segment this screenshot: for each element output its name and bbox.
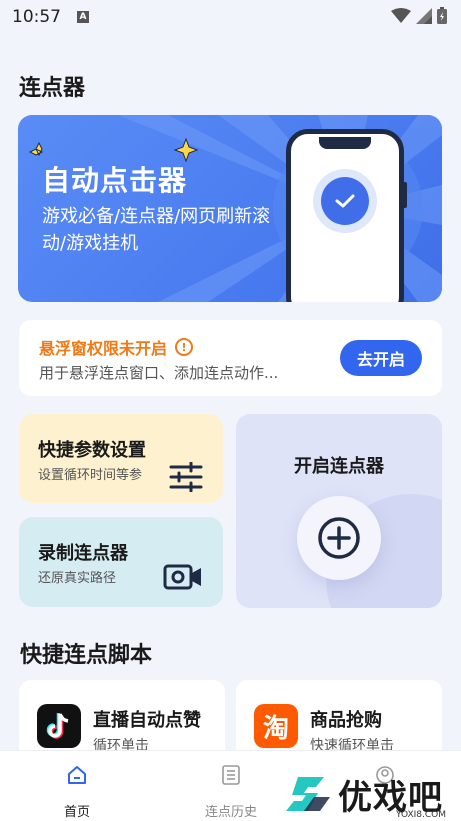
phone-side-button xyxy=(403,182,407,208)
video-camera-icon xyxy=(163,564,201,590)
permission-title: 悬浮窗权限未开启 xyxy=(39,339,168,358)
sliders-icon xyxy=(169,462,203,492)
quick-settings-subtitle: 设置循环时间等参 xyxy=(38,468,143,483)
auto-clicker-banner[interactable]: 自动点击器 游戏必备/连点器/网页刷新滚动/游戏挂机 xyxy=(18,115,442,302)
permission-title-row: 悬浮窗权限未开启 ! xyxy=(39,335,194,359)
battery-icon xyxy=(437,7,447,24)
enable-permission-button[interactable]: 去开启 xyxy=(340,340,422,376)
signal-icon xyxy=(416,7,432,24)
script-name: 直播自动点赞 xyxy=(93,710,201,731)
script-name: 商品抢购 xyxy=(310,710,382,731)
taobao-logo-icon: 淘 xyxy=(254,704,298,748)
history-list-icon xyxy=(222,765,240,785)
phone-illustration xyxy=(286,129,407,302)
start-button[interactable] xyxy=(297,496,381,580)
quick-settings-tile[interactable]: 快捷参数设置 设置循环时间等参 xyxy=(19,414,223,503)
quick-settings-title: 快捷参数设置 xyxy=(38,440,146,461)
status-indicators xyxy=(391,7,447,24)
nav-label-home: 首页 xyxy=(63,805,90,820)
warning-icon: ! xyxy=(175,338,194,356)
banner-subtitle: 游戏必备/连点器/网页刷新滚动/游戏挂机 xyxy=(42,206,271,254)
home-icon xyxy=(68,766,86,784)
nav-item-home[interactable]: 首页 xyxy=(37,765,117,820)
wifi-icon xyxy=(391,7,411,23)
check-ring xyxy=(313,169,377,233)
record-title: 录制连点器 xyxy=(38,543,128,564)
status-bar: 10:57 A xyxy=(0,0,461,34)
record-subtitle: 还原真实路径 xyxy=(38,571,117,586)
check-icon xyxy=(321,177,369,225)
script-card-live-like[interactable]: 直播自动点赞 循环单击 xyxy=(19,680,225,760)
plus-circle-icon xyxy=(318,517,360,559)
scripts-section-title: 快捷连点脚本 xyxy=(20,643,153,668)
start-title: 开启连点器 xyxy=(294,456,384,477)
watermark-url: YOXI8.COM xyxy=(395,810,446,820)
overlay-permission-card: 悬浮窗权限未开启 ! 用于悬浮连点窗口、添加连点动作... 去开启 xyxy=(19,320,442,396)
record-clicker-tile[interactable]: 录制连点器 还原真实路径 xyxy=(19,517,223,607)
nav-item-history[interactable]: 连点历史 xyxy=(191,765,271,820)
permission-description: 用于悬浮连点窗口、添加连点动作... xyxy=(39,364,279,382)
start-clicker-tile[interactable]: 开启连点器 xyxy=(236,414,442,608)
page-title: 连点器 xyxy=(19,76,86,101)
phone-notch xyxy=(319,137,371,149)
status-time: 10:57 xyxy=(12,7,61,27)
nav-label-history: 连点历史 xyxy=(204,805,257,820)
script-card-flash-sale[interactable]: 淘 商品抢购 快速循环单击 xyxy=(236,680,442,760)
site-watermark: 优戏吧 YOXI8.COM xyxy=(284,768,454,820)
tiktok-logo-icon xyxy=(37,704,81,748)
watermark-logo-icon xyxy=(286,777,330,811)
banner-title: 自动点击器 xyxy=(42,164,188,197)
notification-icon: A xyxy=(77,11,89,23)
